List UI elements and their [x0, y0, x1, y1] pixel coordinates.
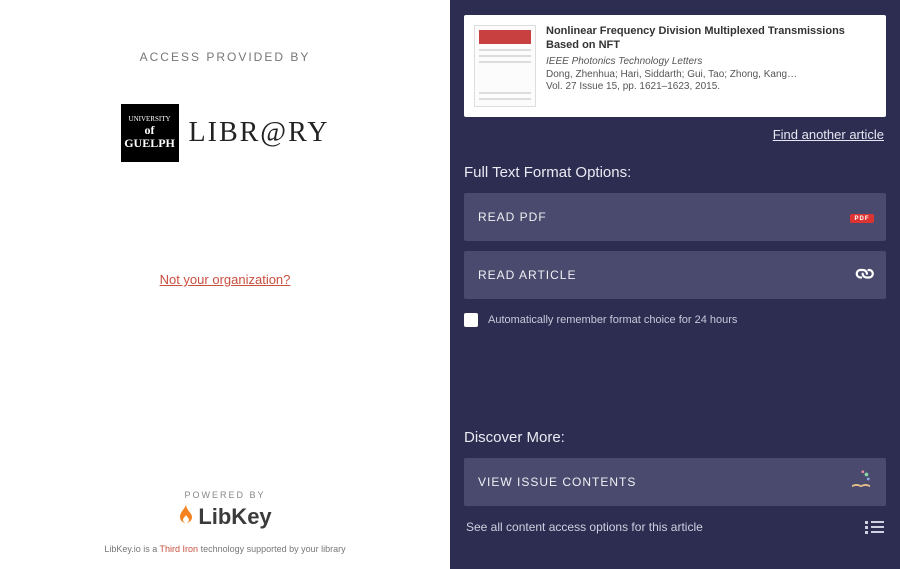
- see-all-label: See all content access options for this …: [466, 520, 703, 534]
- pdf-icon: PDF: [852, 206, 872, 228]
- organization-logo: UNIVERSITY of GUELPH LIBR@RY: [121, 104, 330, 162]
- article-info: Nonlinear Frequency Division Multiplexed…: [546, 25, 876, 107]
- find-another-article-link[interactable]: Find another article: [466, 127, 884, 142]
- see-all-options-row[interactable]: See all content access options for this …: [464, 516, 886, 538]
- not-your-organization-link[interactable]: Not your organization?: [160, 272, 291, 287]
- access-provided-by-label: ACCESS PROVIDED BY: [140, 50, 311, 64]
- read-pdf-label: READ PDF: [478, 210, 547, 224]
- library-wordmark: LIBR@RY: [189, 117, 330, 149]
- fulltext-options-heading: Full Text Format Options:: [464, 164, 886, 181]
- view-issue-label: VIEW ISSUE CONTENTS: [478, 475, 636, 489]
- libkey-logo: LibKey: [0, 504, 450, 530]
- read-pdf-button[interactable]: READ PDF PDF: [464, 193, 886, 241]
- libkey-wordmark: LibKey: [198, 504, 271, 530]
- guelph-logo-block: UNIVERSITY of GUELPH: [121, 104, 179, 162]
- powered-by-block: POWERED BY LibKey LibKey.io is a Third I…: [0, 490, 450, 554]
- third-iron-link[interactable]: Third Iron: [160, 544, 199, 554]
- discover-more-heading: Discover More:: [464, 429, 886, 446]
- libkey-footer-text: LibKey.io is a Third Iron technology sup…: [0, 544, 450, 554]
- remember-checkbox[interactable]: [464, 313, 478, 327]
- remember-label: Automatically remember format choice for…: [488, 314, 737, 326]
- article-authors: Dong, Zhenhua; Hari, Siddarth; Gui, Tao;…: [546, 69, 876, 80]
- access-panel: ACCESS PROVIDED BY UNIVERSITY of GUELPH …: [0, 0, 450, 569]
- remember-choice-row: Automatically remember format choice for…: [464, 313, 886, 327]
- article-card: Nonlinear Frequency Division Multiplexed…: [464, 15, 886, 117]
- article-thumbnail: [474, 25, 536, 107]
- article-panel: Nonlinear Frequency Division Multiplexed…: [450, 0, 900, 569]
- article-journal: IEEE Photonics Technology Letters: [546, 56, 876, 67]
- book-sparkle-icon: [850, 469, 872, 495]
- flame-icon: [178, 505, 194, 530]
- article-citation: Vol. 27 Issue 15, pp. 1621–1623, 2015.: [546, 81, 876, 92]
- list-icon: [865, 521, 884, 534]
- link-icon: [849, 261, 878, 290]
- powered-by-label: POWERED BY: [0, 490, 450, 500]
- article-title: Nonlinear Frequency Division Multiplexed…: [546, 25, 876, 53]
- view-issue-contents-button[interactable]: VIEW ISSUE CONTENTS: [464, 458, 886, 506]
- discover-more-block: Discover More: VIEW ISSUE CONTENTS See a…: [464, 407, 886, 538]
- read-article-button[interactable]: READ ARTICLE: [464, 251, 886, 299]
- read-article-label: READ ARTICLE: [478, 268, 576, 282]
